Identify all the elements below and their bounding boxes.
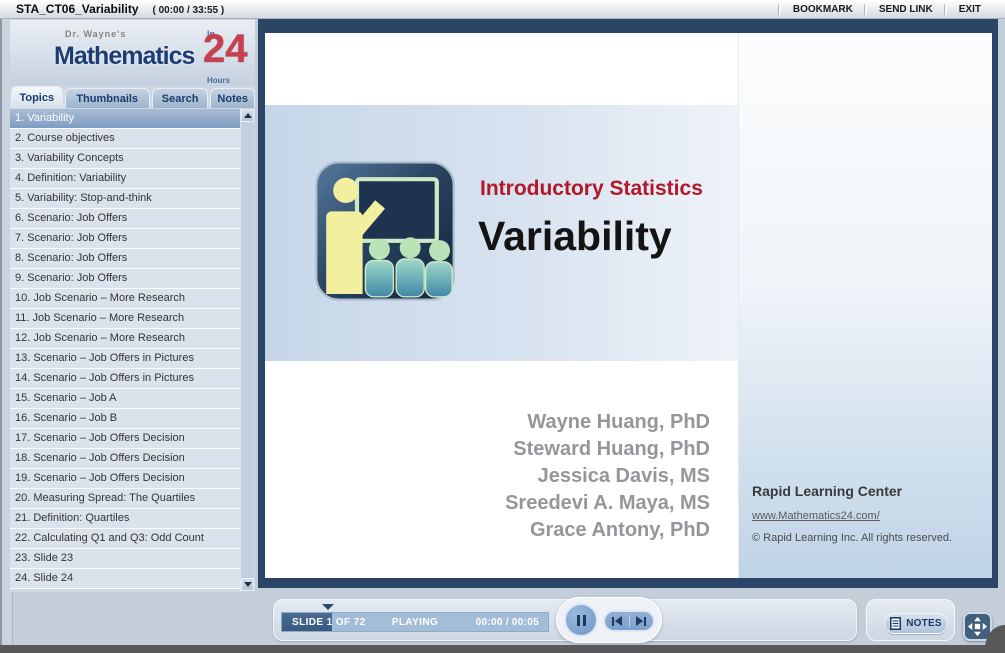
tab-notes[interactable]: Notes	[210, 88, 255, 108]
slide-main-title: Variability	[478, 213, 672, 259]
logo-name-text: Mathematics	[54, 42, 195, 70]
copyright-text: © Rapid Learning Inc. All rights reserve…	[752, 532, 953, 544]
topic-list-item[interactable]: 20. Measuring Spread: The Quartiles	[10, 489, 241, 509]
expand-arrows-icon	[967, 616, 988, 637]
topic-list-item[interactable]: 24. Slide 24	[10, 569, 241, 589]
author-line: Sreedevi A. Maya, MS	[505, 492, 710, 514]
topic-list-item[interactable]: 6. Scenario: Job Offers	[10, 209, 241, 229]
total-time: ( 00:00 / 33:55 )	[152, 5, 225, 16]
logo-prefix-text: Dr. Wayne's	[65, 29, 127, 39]
topics-list: 1. Variability 2. Course objectives 3. Var…	[10, 108, 241, 592]
topic-list-item[interactable]: 14. Scenario – Job Offers in Pictures	[10, 369, 241, 389]
pause-icon	[576, 614, 580, 626]
pause-icon	[582, 614, 586, 626]
pause-button[interactable]	[564, 603, 598, 637]
titlebar-actions: BOOKMARK SEND LINK EXIT	[778, 0, 1005, 18]
send-link-button[interactable]: SEND LINK	[867, 0, 945, 18]
previous-slide-button[interactable]	[605, 612, 629, 630]
progress-bar[interactable]: SLIDE 1 OF 72 PLAYING 00:00 / 00:05	[281, 612, 549, 632]
topic-list-item[interactable]: 19. Scenario – Job Offers Decision	[10, 469, 241, 489]
topic-list-item[interactable]: 11. Job Scenario – More Research	[10, 309, 241, 329]
topics-panel: 1. Variability 2. Course objectives 3. Var…	[10, 108, 255, 592]
tab-topics[interactable]: Topics	[11, 86, 63, 108]
scroll-down-button[interactable]	[241, 578, 254, 591]
step-forward-icon	[644, 616, 647, 626]
logo-hours-text: Hours	[207, 76, 231, 85]
topic-list-item[interactable]: 3. Variability Concepts	[10, 149, 241, 169]
triangle-up-icon	[243, 113, 252, 118]
slide-stage: Introductory Statistics Variability Wayn…	[258, 18, 998, 588]
topic-list-item[interactable]: 12. Job Scenario – More Research	[10, 329, 241, 349]
topics-scrollbar[interactable]	[240, 108, 254, 592]
course-player-window: STA_CT06_Variability ( 00:00 / 33:55 ) B…	[0, 0, 1005, 653]
topic-list-item[interactable]: 18. Scenario – Job Offers Decision	[10, 449, 241, 469]
slide: Introductory Statistics Variability Wayn…	[265, 33, 992, 578]
next-slide-button[interactable]	[630, 612, 654, 630]
seek-marker-icon[interactable]	[322, 604, 334, 610]
website-link[interactable]: www.Mathematics24.com/	[752, 510, 880, 522]
document-icon	[890, 617, 902, 630]
topic-list-item[interactable]: 2. Course objectives	[10, 129, 241, 149]
exit-button[interactable]: EXIT	[947, 0, 993, 18]
sidebar-tabs: Topics Thumbnails Search Notes	[10, 86, 255, 108]
step-backward-icon	[611, 616, 614, 626]
topic-list-item[interactable]: 9. Scenario: Job Offers	[10, 269, 241, 289]
author-line: Jessica Davis, MS	[537, 465, 710, 487]
step-backward-icon	[614, 616, 622, 626]
window-bottom-edge	[0, 645, 1005, 653]
authors-list: Wayne Huang, PhD Steward Huang, PhD Jessic…	[360, 409, 710, 544]
topic-list-item[interactable]: 10. Job Scenario – More Research	[10, 289, 241, 309]
topic-list-item[interactable]: 4. Definition: Variability	[10, 169, 241, 189]
notes-button-label: NOTES	[906, 618, 942, 629]
topic-list-item[interactable]: 22. Calculating Q1 and Q3: Odd Count	[10, 529, 241, 549]
topic-list-item[interactable]: 13. Scenario – Job Offers in Pictures	[10, 349, 241, 369]
triangle-down-icon	[243, 582, 252, 587]
mathematics24-logo: Dr. Wayne's Mathematics In 24 Hours	[10, 20, 255, 86]
notes-button[interactable]: NOTES	[884, 613, 948, 634]
tab-search[interactable]: Search	[151, 88, 209, 108]
topic-list-item[interactable]: 8. Scenario: Job Offers	[10, 249, 241, 269]
tab-thumbnails[interactable]: Thumbnails	[64, 88, 150, 108]
topic-list-item[interactable]: 17. Scenario – Job Offers Decision	[10, 429, 241, 449]
titlebar: STA_CT06_Variability ( 00:00 / 33:55 ) B…	[0, 0, 1005, 19]
presentation-icon	[315, 160, 455, 302]
topic-list-item[interactable]: 7. Scenario: Job Offers	[10, 229, 241, 249]
topic-list-item[interactable]: 23. Slide 23	[10, 549, 241, 569]
org-name: Rapid Learning Center	[752, 483, 903, 499]
topic-list-item[interactable]: 16. Scenario – Job B	[10, 409, 241, 429]
slide-subject: Introductory Statistics	[480, 177, 703, 200]
author-line: Wayne Huang, PhD	[527, 411, 710, 433]
scroll-up-button[interactable]	[241, 109, 254, 122]
topic-list-item[interactable]: 5. Variability: Stop-and-think	[10, 189, 241, 209]
author-line: Grace Antony, PhD	[529, 519, 710, 541]
transport-controls	[556, 597, 662, 643]
titlebar-left: STA_CT06_Variability ( 00:00 / 33:55 )	[0, 2, 224, 16]
logo-24-text: 24	[203, 27, 248, 71]
step-forward-icon	[636, 616, 644, 626]
step-buttons	[603, 610, 655, 632]
author-line: Steward Huang, PhD	[513, 438, 710, 460]
slide-time: 00:00 / 00:05	[475, 617, 539, 628]
sidebar: Dr. Wayne's Mathematics In 24 Hours Topi…	[10, 20, 255, 592]
topic-list-item[interactable]: 1. Variability	[10, 109, 241, 129]
topic-list-item[interactable]: 15. Scenario – Job A	[10, 389, 241, 409]
bookmark-button[interactable]: BOOKMARK	[781, 0, 865, 18]
course-title: STA_CT06_Variability	[16, 2, 139, 16]
topic-list-item[interactable]: 21. Definition: Quartiles	[10, 509, 241, 529]
